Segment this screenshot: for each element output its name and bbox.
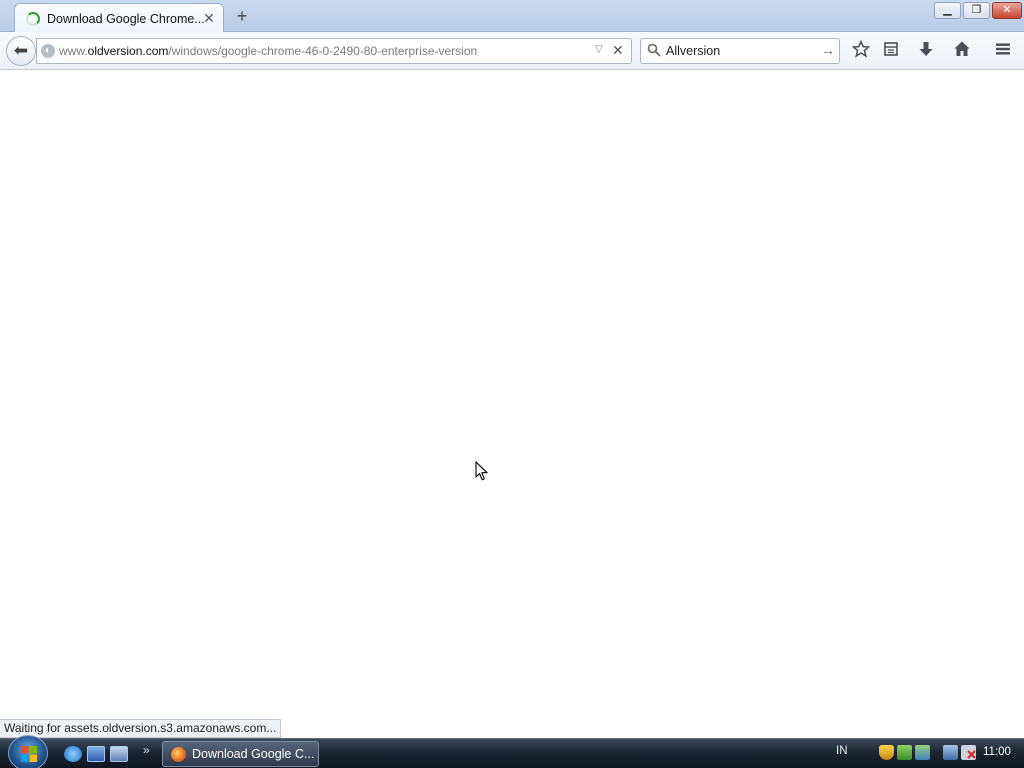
bookmark-star-icon[interactable] bbox=[850, 39, 872, 62]
back-button[interactable]: ⬅ bbox=[6, 36, 36, 66]
search-go-icon[interactable]: → bbox=[821, 42, 835, 58]
language-indicator[interactable]: IN bbox=[836, 745, 848, 757]
minimize-button[interactable]: ▁ bbox=[934, 2, 961, 19]
taskbar: » Download Google C... IN 11:00 bbox=[0, 735, 1024, 768]
mouse-cursor-icon bbox=[475, 461, 489, 484]
page-content[interactable] bbox=[0, 71, 1024, 738]
loading-spinner-icon bbox=[26, 12, 40, 26]
url-history-dropdown-icon[interactable]: ▽ bbox=[595, 44, 603, 55]
windows-logo-icon bbox=[21, 746, 37, 762]
site-identity-icon[interactable]: ◐ bbox=[41, 44, 55, 58]
close-window-button[interactable]: ✕ bbox=[992, 2, 1022, 19]
update-status-icon[interactable] bbox=[915, 745, 930, 760]
downloads-icon[interactable] bbox=[915, 40, 937, 62]
title-bar: Download Google Chrome... ✕ + ▁ ❐ ✕ bbox=[0, 0, 1024, 33]
system-clock[interactable]: 11:00 bbox=[983, 746, 1011, 758]
security-shield-icon[interactable] bbox=[879, 745, 894, 760]
start-button[interactable] bbox=[8, 735, 48, 768]
show-desktop-icon[interactable] bbox=[87, 746, 105, 762]
tab-active[interactable]: Download Google Chrome... ✕ bbox=[14, 3, 224, 33]
search-bar[interactable]: Allversion → bbox=[640, 38, 840, 64]
taskbar-item-label: Download Google C... bbox=[192, 747, 315, 761]
network-icon[interactable] bbox=[943, 745, 958, 760]
search-input[interactable]: Allversion bbox=[666, 44, 720, 58]
switch-windows-icon[interactable] bbox=[110, 746, 128, 762]
volume-muted-icon[interactable] bbox=[961, 745, 976, 760]
menu-icon[interactable] bbox=[992, 40, 1014, 62]
home-icon[interactable] bbox=[951, 40, 973, 62]
new-tab-button[interactable]: + bbox=[232, 6, 252, 26]
navigation-toolbar: ⬅ ◐ www.oldversion.com/windows/google-ch… bbox=[0, 32, 1024, 70]
internet-explorer-icon[interactable] bbox=[64, 746, 82, 762]
stop-loading-icon[interactable]: ✕ bbox=[612, 42, 624, 59]
quick-launch-overflow-button[interactable]: » bbox=[143, 743, 150, 757]
search-icon[interactable] bbox=[647, 43, 661, 60]
taskbar-item-firefox[interactable]: Download Google C... bbox=[162, 741, 319, 767]
status-bar: Waiting for assets.oldversion.s3.amazona… bbox=[0, 719, 282, 738]
reading-list-icon[interactable] bbox=[880, 40, 902, 62]
security-status-icon[interactable] bbox=[897, 745, 912, 760]
close-tab-icon[interactable]: ✕ bbox=[201, 10, 217, 26]
maximize-button[interactable]: ❐ bbox=[963, 2, 990, 19]
url-bar[interactable]: ◐ www.oldversion.com/windows/google-chro… bbox=[36, 38, 632, 64]
tab-title: Download Google Chrome... bbox=[47, 12, 205, 26]
firefox-icon bbox=[171, 747, 186, 762]
url-text[interactable]: www.oldversion.com/windows/google-chrome… bbox=[59, 44, 477, 58]
